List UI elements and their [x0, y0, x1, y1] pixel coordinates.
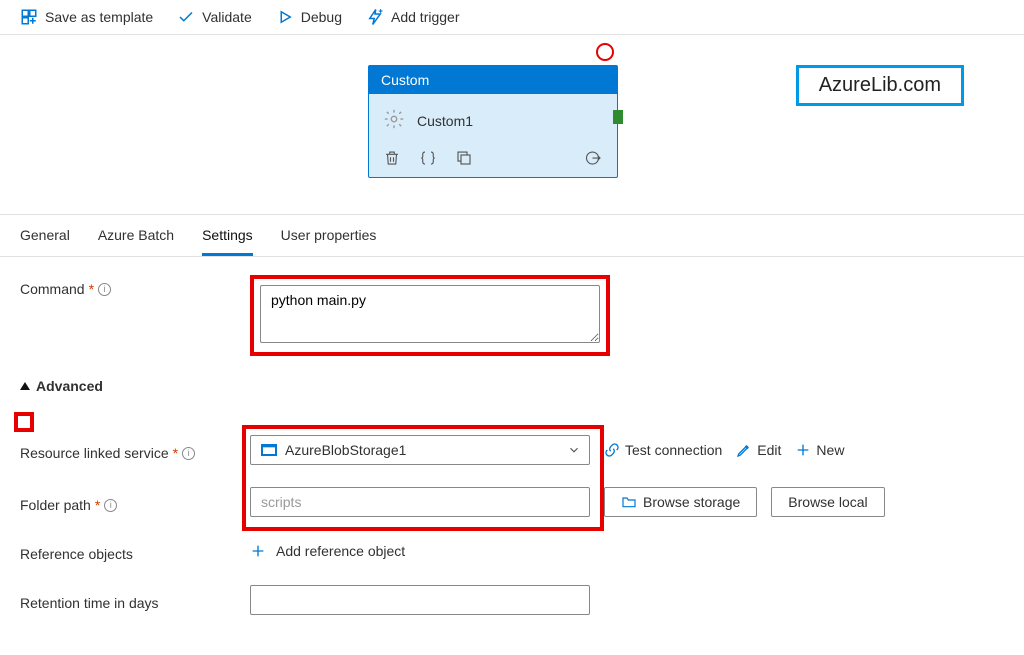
resource-linked-service-label: Resource linked service * i [20, 439, 250, 461]
save-template-icon [20, 8, 38, 26]
retention-time-label: Retention time in days [20, 589, 250, 611]
play-icon [276, 8, 294, 26]
annotation-circle [596, 43, 614, 61]
node-title: Custom1 [417, 113, 473, 129]
required-asterisk: * [89, 281, 94, 297]
browse-storage-button[interactable]: Browse storage [604, 487, 757, 517]
caret-icon [20, 382, 30, 390]
linked-service-select[interactable]: AzureBlobStorage1 [250, 435, 590, 465]
info-icon[interactable]: i [182, 447, 195, 460]
braces-icon[interactable] [419, 149, 437, 167]
info-icon[interactable]: i [98, 283, 111, 296]
check-icon [177, 8, 195, 26]
reference-objects-label: Reference objects [20, 540, 250, 562]
edit-button[interactable]: Edit [736, 442, 781, 458]
settings-form: Command * i Advanced Resource linked ser… [0, 257, 1024, 655]
folder-path-label: Folder path * i [20, 491, 250, 513]
annotation-highlight [250, 275, 610, 356]
required-asterisk: * [95, 497, 100, 513]
validate-label: Validate [202, 9, 252, 25]
activity-node-custom[interactable]: Custom Custom1 [368, 65, 618, 178]
pipeline-canvas[interactable]: Custom Custom1 [0, 35, 1024, 215]
node-type-label: Custom [369, 66, 617, 94]
settings-tabs: General Azure Batch Settings User proper… [0, 215, 1024, 257]
tab-general[interactable]: General [20, 227, 70, 256]
command-label: Command * i [20, 275, 250, 297]
arrow-right-circle-icon[interactable] [585, 149, 603, 167]
save-as-template-button[interactable]: Save as template [20, 8, 153, 26]
test-connection-button[interactable]: Test connection [604, 442, 722, 458]
add-reference-object-button[interactable]: Add reference object [250, 539, 405, 563]
folder-path-input[interactable] [250, 487, 590, 517]
annotation-highlight-2 [14, 412, 34, 432]
copy-icon[interactable] [455, 149, 473, 167]
retention-time-input[interactable] [250, 585, 590, 615]
plus-icon [795, 442, 811, 458]
chevron-down-icon [567, 443, 581, 457]
validate-button[interactable]: Validate [177, 8, 252, 26]
tab-user-properties[interactable]: User properties [281, 227, 377, 256]
add-trigger-button[interactable]: Add trigger [366, 8, 459, 26]
advanced-toggle[interactable]: Advanced [20, 378, 1004, 394]
new-button[interactable]: New [795, 442, 844, 458]
add-trigger-label: Add trigger [391, 9, 459, 25]
browse-local-button[interactable]: Browse local [771, 487, 884, 517]
lightning-icon [366, 8, 384, 26]
storage-icon [261, 444, 277, 456]
debug-button[interactable]: Debug [276, 8, 342, 26]
delete-icon[interactable] [383, 149, 401, 167]
node-connector[interactable] [613, 110, 623, 124]
command-input[interactable] [260, 285, 600, 343]
toolbar: Save as template Validate Debug Add trig… [0, 0, 1024, 35]
required-asterisk: * [173, 445, 178, 461]
tab-settings[interactable]: Settings [202, 227, 253, 256]
gear-icon [383, 108, 405, 133]
save-template-label: Save as template [45, 9, 153, 25]
tab-azure-batch[interactable]: Azure Batch [98, 227, 174, 256]
info-icon[interactable]: i [104, 499, 117, 512]
link-icon [604, 442, 620, 458]
pencil-icon [736, 442, 752, 458]
debug-label: Debug [301, 9, 342, 25]
folder-icon [621, 494, 637, 510]
plus-icon [250, 543, 266, 559]
